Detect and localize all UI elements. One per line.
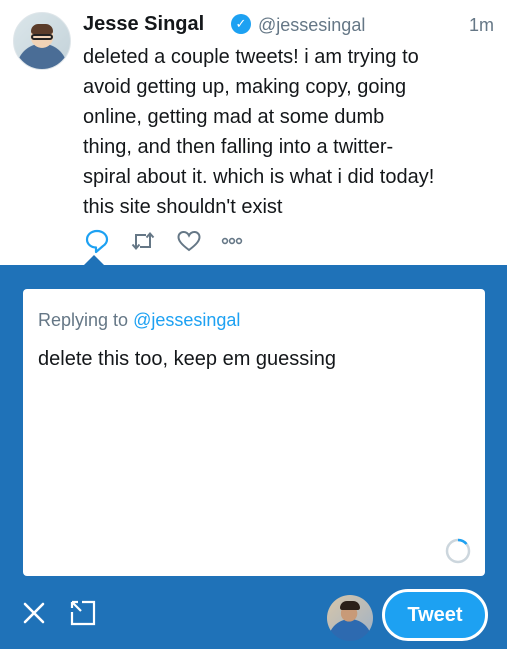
tweet-button[interactable]: Tweet: [382, 589, 488, 641]
avatar-hair: [31, 24, 53, 34]
character-counter-ring: [445, 538, 471, 564]
reply-icon[interactable]: [84, 228, 112, 256]
tweet: Jesse Singal ✓ @jessesingal 1m deleted a…: [0, 0, 507, 265]
replying-mention-link[interactable]: @jessesingal: [133, 310, 240, 330]
more-icon[interactable]: [220, 228, 248, 256]
author-handle[interactable]: @jessesingal: [258, 15, 365, 36]
user-avatar[interactable]: [327, 595, 373, 641]
replying-prefix: Replying to: [38, 310, 134, 330]
reply-composer: Replying to @jessesingal delete this too…: [0, 265, 507, 649]
tweet-text: deleted a couple tweets! i am trying to …: [83, 46, 435, 218]
retweet-icon[interactable]: [130, 228, 158, 256]
heart-icon[interactable]: [176, 228, 204, 256]
reply-pointer-arrow: [84, 255, 104, 265]
author-avatar[interactable]: [13, 12, 71, 70]
close-icon[interactable]: [21, 600, 47, 626]
verified-badge-icon: ✓: [231, 14, 251, 34]
tweet-timestamp[interactable]: 1m: [469, 15, 494, 36]
draft-text[interactable]: delete this too, keep em guessing: [38, 348, 336, 371]
replying-to-label: Replying to @jessesingal: [38, 310, 240, 331]
reply-textbox[interactable]: Replying to @jessesingal delete this too…: [23, 289, 485, 576]
user-avatar-hair: [340, 601, 360, 610]
expand-icon[interactable]: [69, 599, 97, 627]
author-name[interactable]: Jesse Singal: [83, 13, 204, 36]
avatar-glasses: [31, 34, 53, 40]
